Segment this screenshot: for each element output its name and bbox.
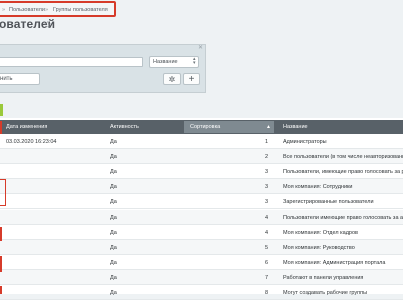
search-input[interactable] [0, 57, 143, 67]
table-row[interactable]: Да 6 Моя компания: Администрация портала [0, 255, 403, 270]
cell-sort: 4 [265, 229, 269, 236]
selection-marker [0, 121, 2, 134]
cell-sort: 6 [265, 259, 269, 266]
table-row[interactable]: Да 4 Моя компания: Отдел кадров [0, 225, 403, 240]
cell-active: Да [110, 169, 117, 176]
selection-marker [0, 227, 2, 241]
cell-name: Работают в панели управления [283, 274, 364, 281]
cell-sort: 3 [265, 169, 269, 176]
breadcrumb-users-link[interactable]: Пользователи [9, 7, 45, 13]
column-header-active[interactable]: Активность [110, 124, 139, 130]
table-row[interactable]: Да 8 Могут создавать рабочие группы [0, 285, 403, 300]
apply-button-label: нить [0, 76, 13, 82]
sort-asc-icon: ▲ [266, 124, 271, 130]
cell-name: Могут создавать рабочие группы [283, 290, 368, 296]
cell-active: Да [110, 214, 117, 221]
cell-name: Пользователи, имеющие право голосовать з… [283, 169, 403, 176]
plus-icon[interactable]: + [183, 73, 200, 85]
cell-sort: 5 [265, 244, 269, 251]
row-highlight-box [0, 179, 6, 206]
filter-panel [0, 44, 206, 93]
cell-active: Да [110, 244, 117, 251]
table-row[interactable]: Да 2 Все пользователи (в том числе неавтор… [0, 149, 403, 165]
table-row[interactable]: 03.03.2020 16:23:04 Да 1 Администраторы [0, 134, 403, 149]
cell-name: Моя компания: Администрация портала [283, 259, 386, 266]
cell-active: Да [110, 184, 117, 191]
cell-name: Зарегистрированные пользователи [283, 199, 374, 206]
filter-field-select-value: Название [153, 59, 178, 65]
gear-icon[interactable]: ✲ [163, 73, 181, 85]
cell-name: Моя компания: Отдел кадров [283, 229, 358, 236]
cell-sort: 3 [265, 184, 269, 191]
selection-marker [0, 286, 2, 294]
cell-active: Да [110, 259, 117, 266]
table-row[interactable]: Да 3 Зарегистрированные пользователи [0, 194, 403, 210]
table-row[interactable]: Да 3 Пользователи, имеющие право голосоват… [0, 164, 403, 180]
cell-sort: 1 [265, 139, 269, 145]
column-header-sort[interactable]: Сортировка [190, 124, 220, 130]
cell-sort: 2 [265, 154, 269, 161]
cell-name: Моя компания: Сотрудники [283, 184, 353, 191]
column-header-date[interactable]: Дата изменения [6, 124, 47, 130]
table-row[interactable]: Да 3 Моя компания: Сотрудники [0, 179, 403, 195]
selection-marker [0, 256, 2, 272]
cell-name: Все пользователи (в том числе неавторизо… [283, 154, 403, 161]
star-icon[interactable]: ☆ [43, 20, 52, 31]
cell-active: Да [110, 199, 117, 206]
column-header-name[interactable]: Название [283, 124, 308, 130]
toolbar-indicator [0, 104, 3, 116]
cell-sort: 8 [265, 290, 269, 296]
cell-sort: 7 [265, 274, 269, 281]
breadcrumb-separator: » [45, 7, 49, 13]
table-row[interactable]: Да 7 Работают в панели управления [0, 269, 403, 285]
cell-sort: 3 [265, 199, 269, 206]
table-row[interactable]: Да 5 Моя компания: Руководство [0, 239, 403, 255]
cell-active: Да [110, 139, 117, 145]
chevron-updown-icon: ▴ ▾ [193, 56, 196, 66]
cell-active: Да [110, 274, 117, 281]
cell-date: 03.03.2020 16:23:04 [6, 139, 57, 145]
breadcrumb-groups-link[interactable]: Группы пользователя [53, 7, 108, 13]
breadcrumb-separator: » [2, 7, 6, 13]
cell-active: Да [110, 229, 117, 236]
cell-active: Да [110, 290, 117, 296]
cell-sort: 4 [265, 214, 269, 221]
close-icon[interactable]: ✕ [198, 44, 203, 51]
cell-name: Моя компания: Руководство [283, 244, 355, 251]
cell-active: Да [110, 154, 117, 161]
cell-name: Администраторы [283, 139, 327, 145]
cell-name: Пользователи имеющие право голосовать за… [283, 214, 403, 221]
table-row[interactable]: Да 4 Пользователи имеющие право голосовать… [0, 209, 403, 225]
